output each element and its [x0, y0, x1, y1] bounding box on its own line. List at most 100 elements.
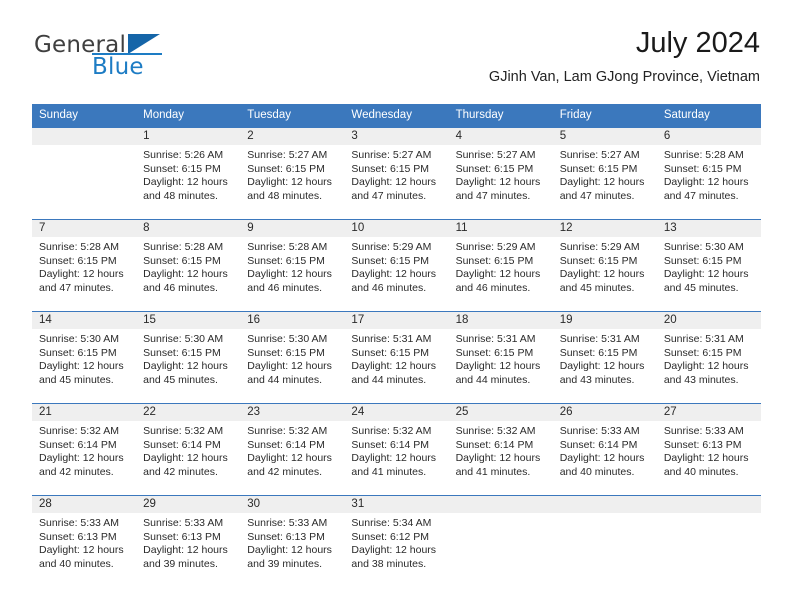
- calendar-day-cell[interactable]: 11 Sunrise: 5:29 AM Sunset: 6:15 PM Dayligh…: [448, 219, 553, 312]
- day-detail-daylight-line1: Daylight: 12 hours: [559, 176, 645, 189]
- calendar-day-cell[interactable]: 2 Sunrise: 5:27 AM Sunset: 6:15 PM Daylight…: [240, 127, 345, 220]
- day-detail-sunset: Sunset: 6:15 PM: [663, 346, 742, 359]
- day-number: 13: [656, 220, 761, 237]
- day-detail-daylight-line2: and 42 minutes.: [247, 465, 322, 478]
- calendar-day-cell[interactable]: 29 Sunrise: 5:33 AM Sunset: 6:13 PM Dayligh…: [136, 495, 241, 587]
- day-number: [448, 496, 553, 513]
- day-detail-sunrise: Sunrise: 5:33 AM: [663, 425, 744, 437]
- day-detail-daylight-line2: and 47 minutes.: [351, 189, 427, 202]
- calendar-day-cell[interactable]: 18 Sunrise: 5:31 AM Sunset: 6:15 PM Dayligh…: [448, 311, 553, 404]
- brand-logo[interactable]: General Blue: [32, 26, 252, 88]
- day-details: Sunrise: 5:33 AM Sunset: 6:14 PM Daylight:…: [553, 421, 657, 495]
- calendar-day-cell[interactable]: 28 Sunrise: 5:33 AM Sunset: 6:13 PM Dayligh…: [32, 495, 137, 587]
- day-details: [449, 513, 553, 587]
- day-number: 17: [344, 312, 449, 329]
- calendar-day-cell[interactable]: 17 Sunrise: 5:31 AM Sunset: 6:15 PM Dayligh…: [344, 311, 449, 404]
- day-detail-daylight-line2: and 44 minutes.: [351, 373, 427, 386]
- calendar-day-cell[interactable]: 24 Sunrise: 5:32 AM Sunset: 6:14 PM Dayligh…: [344, 403, 449, 496]
- day-detail-sunset: Sunset: 6:15 PM: [143, 254, 221, 267]
- calendar-day-cell[interactable]: 12 Sunrise: 5:29 AM Sunset: 6:15 PM Dayligh…: [552, 219, 657, 312]
- day-detail-sunrise: Sunrise: 5:30 AM: [247, 333, 328, 345]
- calendar-day-cell[interactable]: 8 Sunrise: 5:28 AM Sunset: 6:15 PM Daylight…: [136, 219, 241, 312]
- calendar-day-cell[interactable]: 15 Sunrise: 5:30 AM Sunset: 6:15 PM Dayligh…: [136, 311, 241, 404]
- day-detail-daylight-line2: and 44 minutes.: [247, 373, 322, 386]
- day-detail-sunset: Sunset: 6:15 PM: [663, 254, 742, 267]
- day-detail-daylight-line2: and 45 minutes.: [39, 373, 114, 386]
- calendar-day-cell[interactable]: 3 Sunrise: 5:27 AM Sunset: 6:15 PM Daylight…: [344, 127, 449, 220]
- calendar-day-cell[interactable]: 16 Sunrise: 5:30 AM Sunset: 6:15 PM Dayligh…: [240, 311, 345, 404]
- day-details: Sunrise: 5:32 AM Sunset: 6:14 PM Daylight:…: [344, 421, 448, 495]
- weekday-header-saturday: Saturday: [656, 104, 761, 128]
- calendar-day-cell[interactable]: 30 Sunrise: 5:33 AM Sunset: 6:13 PM Dayligh…: [240, 495, 345, 587]
- day-detail-daylight-line1: Daylight: 12 hours: [143, 452, 228, 465]
- calendar-day-cell[interactable]: 21 Sunrise: 5:32 AM Sunset: 6:14 PM Dayligh…: [32, 403, 137, 496]
- calendar-day-cell[interactable]: 31 Sunrise: 5:34 AM Sunset: 6:12 PM Dayligh…: [344, 495, 449, 587]
- day-detail-sunset: Sunset: 6:14 PM: [455, 438, 534, 451]
- day-details: Sunrise: 5:27 AM Sunset: 6:15 PM Daylight:…: [553, 145, 657, 219]
- calendar-body: 1 Sunrise: 5:26 AM Sunset: 6:15 PM Daylight…: [32, 127, 761, 587]
- day-number: 30: [240, 496, 345, 513]
- day-detail-sunset: Sunset: 6:14 PM: [247, 438, 325, 451]
- day-detail-sunrise: Sunrise: 5:31 AM: [351, 333, 432, 345]
- calendar-day-cell[interactable]: 7 Sunrise: 5:28 AM Sunset: 6:15 PM Daylight…: [32, 219, 137, 312]
- day-detail-sunset: Sunset: 6:15 PM: [143, 346, 221, 359]
- calendar-day-cell[interactable]: 23 Sunrise: 5:32 AM Sunset: 6:14 PM Dayligh…: [240, 403, 345, 496]
- day-detail-daylight-line1: Daylight: 12 hours: [351, 268, 437, 281]
- day-number: 1: [136, 128, 241, 145]
- calendar-day-cell[interactable]: 10 Sunrise: 5:29 AM Sunset: 6:15 PM Dayligh…: [344, 219, 449, 312]
- day-detail-daylight-line2: and 47 minutes.: [455, 189, 531, 202]
- weekday-header-tuesday: Tuesday: [240, 104, 345, 128]
- day-number: 27: [656, 404, 761, 421]
- day-details: Sunrise: 5:30 AM Sunset: 6:15 PM Daylight:…: [136, 329, 240, 403]
- day-details: Sunrise: 5:29 AM Sunset: 6:15 PM Daylight:…: [553, 237, 657, 311]
- day-detail-daylight-line2: and 45 minutes.: [143, 373, 218, 386]
- day-detail-daylight-line2: and 38 minutes.: [351, 557, 427, 570]
- calendar-day-cell[interactable]: 20 Sunrise: 5:31 AM Sunset: 6:15 PM Dayligh…: [656, 311, 761, 404]
- day-detail-daylight-line1: Daylight: 12 hours: [143, 268, 228, 281]
- day-details: Sunrise: 5:26 AM Sunset: 6:15 PM Daylight:…: [136, 145, 240, 219]
- day-details: [553, 513, 657, 587]
- day-detail-sunset: Sunset: 6:15 PM: [247, 254, 325, 267]
- day-number: 31: [344, 496, 449, 513]
- calendar-day-cell[interactable]: 9 Sunrise: 5:28 AM Sunset: 6:15 PM Daylight…: [240, 219, 345, 312]
- day-details: Sunrise: 5:29 AM Sunset: 6:15 PM Daylight:…: [344, 237, 448, 311]
- day-detail-daylight-line2: and 41 minutes.: [351, 465, 427, 478]
- day-detail-daylight-line1: Daylight: 12 hours: [39, 268, 124, 281]
- calendar-day-cell[interactable]: 14 Sunrise: 5:30 AM Sunset: 6:15 PM Dayligh…: [32, 311, 137, 404]
- day-detail-daylight-line1: Daylight: 12 hours: [455, 452, 541, 465]
- calendar-page: General Blue July 2024 GJinh Van, Lam GJ…: [0, 0, 792, 612]
- calendar-day-cell[interactable]: 27 Sunrise: 5:33 AM Sunset: 6:13 PM Dayligh…: [656, 403, 761, 496]
- day-detail-sunset: Sunset: 6:15 PM: [559, 162, 638, 175]
- day-detail-daylight-line2: and 42 minutes.: [143, 465, 218, 478]
- triangle-icon: [128, 34, 160, 54]
- calendar-day-cell[interactable]: 25 Sunrise: 5:32 AM Sunset: 6:14 PM Dayligh…: [448, 403, 553, 496]
- calendar-day-cell[interactable]: 19 Sunrise: 5:31 AM Sunset: 6:15 PM Dayligh…: [552, 311, 657, 404]
- day-detail-daylight-line2: and 46 minutes.: [455, 281, 531, 294]
- title-block: July 2024 GJinh Van, Lam GJong Province,…: [489, 26, 760, 86]
- day-number: 23: [240, 404, 345, 421]
- calendar-day-cell[interactable]: 26 Sunrise: 5:33 AM Sunset: 6:14 PM Dayligh…: [552, 403, 657, 496]
- calendar-day-cell[interactable]: 5 Sunrise: 5:27 AM Sunset: 6:15 PM Daylight…: [552, 127, 657, 220]
- day-detail-daylight-line2: and 43 minutes.: [559, 373, 635, 386]
- day-detail-sunset: Sunset: 6:15 PM: [455, 162, 534, 175]
- day-details: Sunrise: 5:27 AM Sunset: 6:15 PM Daylight:…: [344, 145, 448, 219]
- day-detail-sunrise: Sunrise: 5:31 AM: [663, 333, 744, 345]
- calendar-day-cell[interactable]: 6 Sunrise: 5:28 AM Sunset: 6:15 PM Daylight…: [656, 127, 761, 220]
- calendar-day-cell[interactable]: 4 Sunrise: 5:27 AM Sunset: 6:15 PM Daylight…: [448, 127, 553, 220]
- day-detail-sunrise: Sunrise: 5:32 AM: [455, 425, 536, 437]
- day-detail-sunset: Sunset: 6:14 PM: [559, 438, 638, 451]
- day-detail-daylight-line2: and 47 minutes.: [39, 281, 114, 294]
- day-detail-daylight-line2: and 48 minutes.: [247, 189, 322, 202]
- day-detail-sunset: Sunset: 6:15 PM: [455, 254, 534, 267]
- day-detail-daylight-line1: Daylight: 12 hours: [663, 268, 749, 281]
- calendar-day-cell[interactable]: 1 Sunrise: 5:26 AM Sunset: 6:15 PM Daylight…: [136, 127, 241, 220]
- calendar-day-cell[interactable]: 22 Sunrise: 5:32 AM Sunset: 6:14 PM Dayligh…: [136, 403, 241, 496]
- day-details: Sunrise: 5:27 AM Sunset: 6:15 PM Daylight:…: [449, 145, 553, 219]
- weekday-header-thursday: Thursday: [448, 104, 553, 128]
- day-detail-sunset: Sunset: 6:15 PM: [559, 346, 638, 359]
- day-detail-daylight-line1: Daylight: 12 hours: [455, 268, 541, 281]
- day-detail-daylight-line2: and 42 minutes.: [39, 465, 114, 478]
- day-detail-daylight-line1: Daylight: 12 hours: [663, 176, 749, 189]
- day-number: 18: [448, 312, 553, 329]
- calendar-day-cell[interactable]: 13 Sunrise: 5:30 AM Sunset: 6:15 PM Dayligh…: [656, 219, 761, 312]
